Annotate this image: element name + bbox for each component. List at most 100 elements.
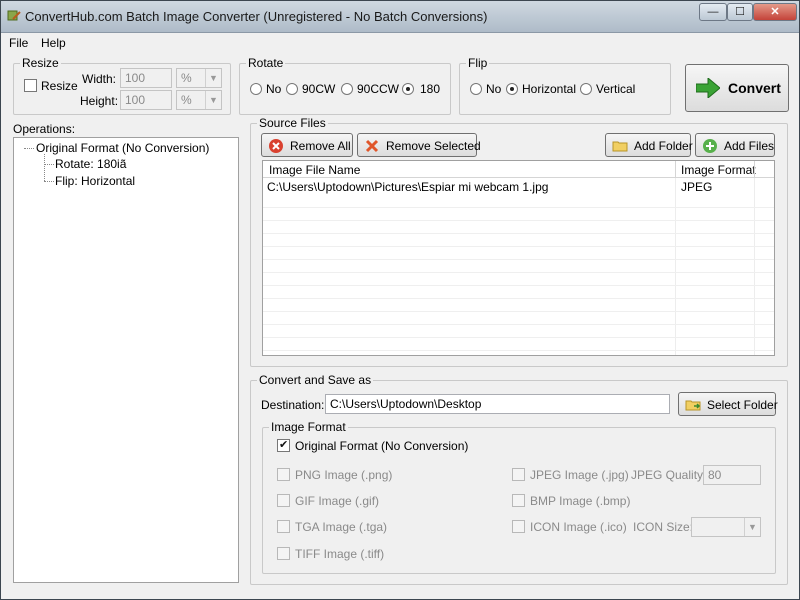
add-files-button[interactable]: Add Files bbox=[695, 133, 775, 157]
tree-root-item[interactable]: Original Format (No Conversion) bbox=[36, 141, 209, 155]
height-unit-value: % bbox=[181, 93, 192, 107]
rotate-90cw-label: 90CW bbox=[302, 82, 336, 96]
flip-horizontal-radio[interactable] bbox=[506, 83, 518, 95]
original-format-label: Original Format (No Conversion) bbox=[295, 439, 469, 453]
source-files-group: Source Files Remove All Remove Selected … bbox=[250, 116, 788, 367]
table-row[interactable]: C:\Users\Uptodown\Pictures\Espiar mi web… bbox=[263, 178, 774, 195]
file-table[interactable]: Image File Name Image Format C:\Users\Up… bbox=[262, 160, 775, 356]
icon-checkbox[interactable] bbox=[512, 520, 525, 533]
add-folder-label: Add Folder bbox=[634, 139, 693, 153]
tree-connector bbox=[24, 148, 34, 149]
resize-checkbox[interactable] bbox=[24, 79, 37, 92]
png-label: PNG Image (.png) bbox=[295, 468, 393, 482]
empty-row bbox=[263, 325, 774, 338]
rotate-no-radio[interactable] bbox=[250, 83, 262, 95]
tree-connector bbox=[44, 181, 54, 182]
png-checkbox[interactable] bbox=[277, 468, 290, 481]
remove-selected-button[interactable]: Remove Selected bbox=[357, 133, 481, 157]
menu-file[interactable]: File bbox=[9, 36, 28, 50]
width-unit-select[interactable]: % ▼ bbox=[176, 68, 222, 88]
tga-checkbox[interactable] bbox=[277, 520, 290, 533]
empty-row bbox=[263, 273, 774, 286]
app-window: ConvertHub.com Batch Image Converter (Un… bbox=[0, 0, 800, 600]
bmp-checkbox[interactable] bbox=[512, 494, 525, 507]
rotate-90ccw-radio[interactable] bbox=[341, 83, 353, 95]
rotate-90ccw-label: 90CCW bbox=[357, 82, 400, 96]
tree-connector bbox=[44, 154, 45, 181]
width-input[interactable]: 100 bbox=[120, 68, 172, 88]
original-format-checkbox[interactable] bbox=[277, 438, 290, 452]
rotate-no-label: No bbox=[266, 82, 282, 96]
add-icon bbox=[703, 139, 717, 153]
height-input[interactable]: 100 bbox=[120, 90, 172, 110]
flip-vertical-label: Vertical bbox=[596, 82, 636, 96]
cell-format: JPEG bbox=[681, 180, 713, 194]
chevron-down-icon: ▼ bbox=[205, 91, 221, 109]
destination-input[interactable]: C:\Users\Uptodown\Desktop bbox=[325, 394, 670, 414]
tga-label: TGA Image (.tga) bbox=[295, 520, 388, 534]
flip-vertical-radio[interactable] bbox=[580, 83, 592, 95]
empty-row bbox=[263, 234, 774, 247]
flip-group-label: Flip bbox=[466, 56, 490, 70]
jpeg-quality-label: JPEG Quality: bbox=[631, 468, 707, 482]
height-unit-select[interactable]: % ▼ bbox=[176, 90, 222, 110]
width-unit-value: % bbox=[181, 71, 192, 85]
add-folder-button[interactable]: Add Folder bbox=[605, 133, 693, 157]
column-divider[interactable] bbox=[754, 161, 755, 178]
minimize-button[interactable]: — bbox=[699, 3, 727, 21]
rotate-180-label: 180 bbox=[420, 82, 441, 96]
remove-icon bbox=[269, 139, 283, 153]
maximize-button[interactable]: ☐ bbox=[727, 3, 753, 21]
window-title: ConvertHub.com Batch Image Converter (Un… bbox=[25, 9, 488, 24]
remove-all-button[interactable]: Remove All bbox=[261, 133, 353, 157]
operations-tree[interactable]: Original Format (No Conversion) Rotate: … bbox=[13, 137, 239, 583]
width-label: Width: bbox=[82, 72, 117, 86]
tiff-checkbox[interactable] bbox=[277, 547, 290, 560]
resize-checkbox-label: Resize bbox=[41, 79, 78, 93]
chevron-down-icon: ▼ bbox=[205, 69, 221, 87]
table-body: C:\Users\Uptodown\Pictures\Espiar mi web… bbox=[263, 178, 774, 355]
resize-group-label: Resize bbox=[20, 56, 61, 70]
height-label: Height: bbox=[80, 94, 119, 108]
column-header-file-name[interactable]: Image File Name bbox=[269, 163, 360, 177]
close-button[interactable]: ✕ bbox=[753, 3, 797, 21]
rotate-180-radio[interactable] bbox=[402, 83, 414, 95]
jpeg-label: JPEG Image (.jpg) bbox=[530, 468, 629, 482]
tree-item-rotate[interactable]: Rotate: 180iã bbox=[55, 157, 126, 171]
empty-row bbox=[263, 221, 774, 234]
image-format-group-label: Image Format bbox=[269, 420, 348, 434]
bmp-label: BMP Image (.bmp) bbox=[530, 494, 631, 508]
convert-button-label: Convert bbox=[728, 80, 781, 96]
remove-all-label: Remove All bbox=[290, 139, 351, 153]
select-folder-button[interactable]: Select Folder bbox=[678, 392, 778, 416]
rotate-group-label: Rotate bbox=[246, 56, 286, 70]
rotate-90cw-radio[interactable] bbox=[286, 83, 298, 95]
flip-horizontal-label: Horizontal bbox=[522, 82, 577, 96]
title-bar[interactable]: ConvertHub.com Batch Image Converter (Un… bbox=[1, 1, 799, 33]
tiff-label: TIFF Image (.tiff) bbox=[295, 547, 385, 561]
flip-group: Flip No Horizontal Vertical bbox=[459, 56, 671, 115]
chevron-down-icon: ▼ bbox=[744, 518, 760, 536]
select-folder-label: Select Folder bbox=[707, 398, 778, 412]
jpeg-checkbox[interactable] bbox=[512, 468, 525, 481]
icon-size-label: ICON Size: bbox=[633, 520, 694, 534]
app-icon bbox=[7, 10, 21, 21]
tree-item-flip[interactable]: Flip: Horizontal bbox=[55, 174, 135, 188]
column-divider[interactable] bbox=[675, 161, 676, 178]
empty-row bbox=[263, 195, 774, 208]
empty-row bbox=[263, 299, 774, 312]
empty-row bbox=[263, 260, 774, 273]
folder-icon bbox=[685, 400, 701, 411]
gif-label: GIF Image (.gif) bbox=[295, 494, 380, 508]
resize-group: Resize Resize Width: 100 % ▼ Height: 100… bbox=[13, 56, 231, 115]
tree-connector bbox=[44, 164, 54, 165]
flip-no-radio[interactable] bbox=[470, 83, 482, 95]
folder-icon bbox=[612, 141, 628, 152]
menu-help[interactable]: Help bbox=[41, 36, 66, 50]
jpeg-quality-input[interactable]: 80 bbox=[703, 465, 761, 485]
icon-size-select[interactable]: ▼ bbox=[691, 517, 761, 537]
flip-no-label: No bbox=[486, 82, 502, 96]
gif-checkbox[interactable] bbox=[277, 494, 290, 507]
convert-button[interactable]: Convert bbox=[685, 64, 789, 112]
column-header-format[interactable]: Image Format bbox=[681, 163, 756, 177]
